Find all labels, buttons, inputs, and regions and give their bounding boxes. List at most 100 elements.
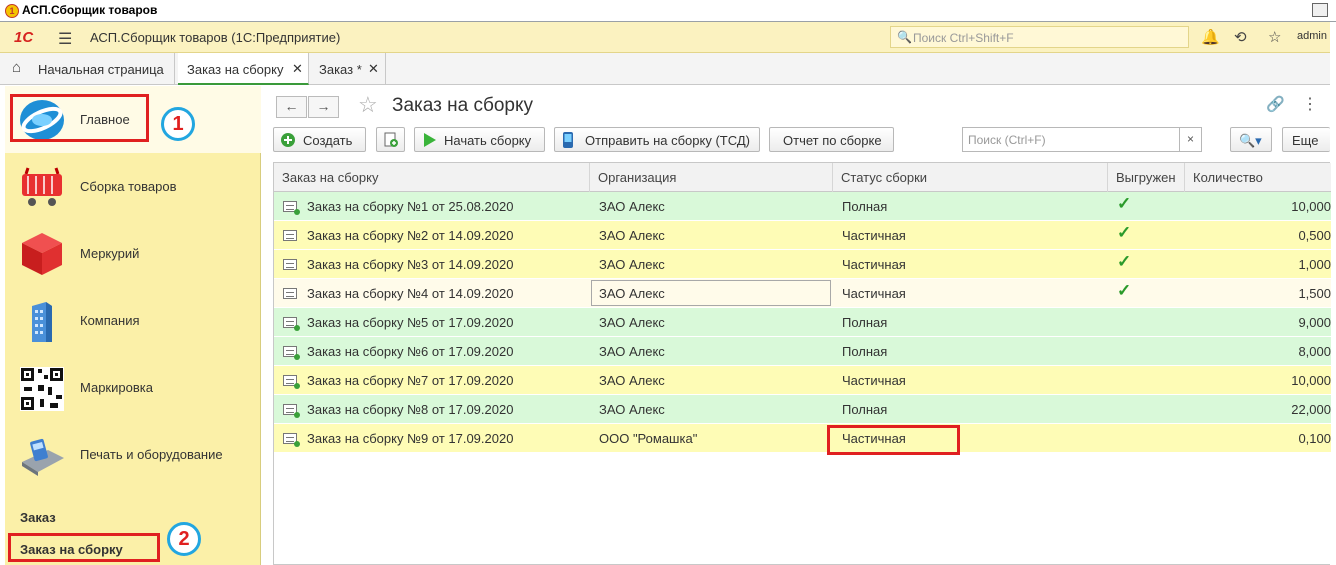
cell-status: Частичная — [842, 373, 906, 388]
more-button-label: Еще — [1292, 133, 1319, 148]
link-icon[interactable]: 🔗 — [1266, 95, 1285, 113]
tabs-bar: ⌂ Начальная страница Заказ на сборку ✕ З… — [0, 53, 1330, 85]
callout-number: 1 — [161, 107, 195, 141]
column-header-order[interactable]: Заказ на сборку — [274, 163, 590, 192]
cell-organization: ЗАО Алекс — [599, 257, 665, 272]
cell-quantity: 1,000 — [1298, 257, 1331, 272]
table-row[interactable]: Заказ на сборку №9 от 17.09.2020 ООО "Ром… — [274, 424, 1331, 453]
cell-order-name: Заказ на сборку №6 от 17.09.2020 — [307, 344, 514, 359]
cell-quantity: 8,000 — [1298, 344, 1331, 359]
forward-button[interactable]: → — [308, 96, 339, 118]
close-icon[interactable]: ✕ — [368, 61, 379, 77]
create-button-label: Создать — [303, 133, 353, 148]
table-row[interactable]: Заказ на сборку №8 от 17.09.2020 ЗАО Алек… — [274, 395, 1331, 424]
sidebar-item-label: Сборка товаров — [80, 179, 177, 194]
1c-app-icon: 1 — [5, 4, 19, 18]
table-row[interactable]: Заказ на сборку №2 от 14.09.2020 ЗАО Алек… — [274, 221, 1331, 250]
document-icon — [283, 404, 300, 418]
plus-icon — [281, 133, 295, 147]
cell-status: Полная — [842, 199, 888, 214]
cell-organization: ЗАО Алекс — [599, 199, 665, 214]
column-header-quantity[interactable]: Количество — [1185, 163, 1331, 192]
sidebar-group-header: Заказ — [20, 510, 56, 525]
clear-icon[interactable]: × — [1179, 128, 1201, 151]
list-search-input[interactable]: Поиск (Ctrl+F) × — [962, 127, 1202, 152]
window-restore-button[interactable] — [1312, 3, 1328, 17]
history-icon[interactable]: ⟲ — [1234, 28, 1247, 46]
user-name[interactable]: admin — [1297, 30, 1327, 42]
cell-order-name: Заказ на сборку №8 от 17.09.2020 — [307, 402, 514, 417]
document-icon — [283, 259, 297, 270]
terminal-icon — [22, 438, 64, 476]
search-options-button[interactable]: 🔍▾ — [1230, 127, 1272, 152]
copy-document-button[interactable] — [376, 127, 405, 152]
home-icon: ⌂ — [12, 59, 22, 76]
search-icon: 🔍 — [897, 30, 912, 44]
cell-order-name: Заказ на сборку №4 от 14.09.2020 — [307, 286, 514, 301]
back-button[interactable]: ← — [276, 96, 307, 118]
hamburger-menu-icon[interactable]: ☰ — [58, 29, 72, 49]
tab-order[interactable]: Заказ * ✕ — [310, 53, 386, 85]
table-row[interactable]: Заказ на сборку №6 от 17.09.2020 ЗАО Алек… — [274, 337, 1331, 366]
tab-home[interactable]: ⌂ Начальная страница — [0, 53, 175, 85]
close-icon[interactable]: ✕ — [292, 61, 303, 77]
cell-exported-check-icon — [1117, 366, 1177, 395]
cell-exported-check-icon — [1117, 308, 1177, 337]
column-header-status[interactable]: Статус сборки — [833, 163, 1108, 192]
document-icon — [283, 230, 297, 241]
app-header: 1С ☰ АСП.Сборщик товаров (1С:Предприятие… — [0, 22, 1330, 53]
document-icon — [283, 433, 300, 447]
sidebar-item-print-equipment[interactable]: Печать и оборудование — [5, 421, 261, 488]
start-assembly-button[interactable]: Начать сборку — [414, 127, 545, 152]
cell-order-name: Заказ на сборку №7 от 17.09.2020 — [307, 373, 514, 388]
cell-exported-check-icon: ✓ — [1117, 252, 1132, 271]
cell-order-name: Заказ на сборку №3 от 14.09.2020 — [307, 257, 514, 272]
table-row[interactable]: Заказ на сборку №3 от 14.09.2020 ЗАО Алек… — [274, 250, 1331, 279]
sidebar-item-label: Меркурий — [80, 246, 140, 261]
cell-order-name: Заказ на сборку №2 от 14.09.2020 — [307, 228, 514, 243]
table-row[interactable]: Заказ на сборку №5 от 17.09.2020 ЗАО Алек… — [274, 308, 1331, 337]
cell-status: Частичная — [842, 286, 906, 301]
send-to-tsd-button[interactable]: Отправить на сборку (ТСД) — [554, 127, 760, 152]
window-title: АСП.Сборщик товаров — [22, 3, 158, 17]
column-header-organization[interactable]: Организация — [590, 163, 833, 192]
table-row[interactable]: Заказ на сборку №7 от 17.09.2020 ЗАО Алек… — [274, 366, 1331, 395]
table-row[interactable]: Заказ на сборку №4 от 14.09.2020 ЗАО Алек… — [274, 279, 1331, 308]
tab-order-assembly[interactable]: Заказ на сборку ✕ — [178, 53, 309, 85]
table-row[interactable]: Заказ на сборку №1 от 25.08.2020 ЗАО Алек… — [274, 192, 1331, 221]
list-search-placeholder: Поиск (Ctrl+F) — [968, 133, 1046, 147]
cell-organization: ЗАО Алекс — [599, 315, 665, 330]
global-search-input[interactable]: 🔍 Поиск Ctrl+Shift+F — [890, 26, 1189, 48]
cell-exported-check-icon: ✓ — [1117, 223, 1132, 242]
1c-logo-icon: 1С — [14, 29, 34, 46]
cell-status: Полная — [842, 344, 888, 359]
cell-organization: ЗАО Алекс — [599, 344, 665, 359]
form-main: ← → ☆ Заказ на сборку 🔗 ⋮ Создать Начать… — [262, 86, 1331, 565]
sidebar-item-mercury[interactable]: Меркурий — [5, 220, 261, 287]
tab-home-label: Начальная страница — [38, 62, 164, 77]
column-header-exported[interactable]: Выгружен — [1108, 163, 1185, 192]
orders-table: Заказ на сборку Организация Статус сборк… — [273, 162, 1331, 565]
start-assembly-label: Начать сборку — [444, 133, 532, 148]
sections-sidebar: Главное Сборка товаров Меркурий Компания — [5, 86, 261, 565]
more-button[interactable]: Еще — [1282, 127, 1330, 152]
cell-status: Полная — [842, 315, 888, 330]
cell-status: Полная — [842, 402, 888, 417]
sidebar-item-marking[interactable]: Маркировка — [5, 354, 261, 421]
favorite-star-icon[interactable]: ☆ — [358, 92, 378, 118]
sidebar-item-company[interactable]: Компания — [5, 287, 261, 354]
create-button[interactable]: Создать — [273, 127, 366, 152]
cube-icon — [22, 233, 62, 275]
sidebar-item-label: Компания — [80, 313, 140, 328]
assembly-report-button[interactable]: Отчет по сборке — [769, 127, 894, 152]
cell-organization: ЗАО Алекс — [599, 373, 665, 388]
qr-code-icon — [20, 367, 64, 411]
sidebar-item-assembly[interactable]: Сборка товаров — [5, 153, 261, 220]
bell-icon[interactable]: 🔔 — [1201, 28, 1220, 46]
tab-order-assembly-label: Заказ на сборку — [187, 62, 284, 77]
star-icon[interactable]: ☆ — [1268, 28, 1281, 46]
app-title: АСП.Сборщик товаров (1С:Предприятие) — [90, 30, 341, 45]
page-title: Заказ на сборку — [392, 95, 533, 116]
cell-status: Частичная — [842, 257, 906, 272]
more-vertical-icon[interactable]: ⋮ — [1302, 94, 1318, 114]
